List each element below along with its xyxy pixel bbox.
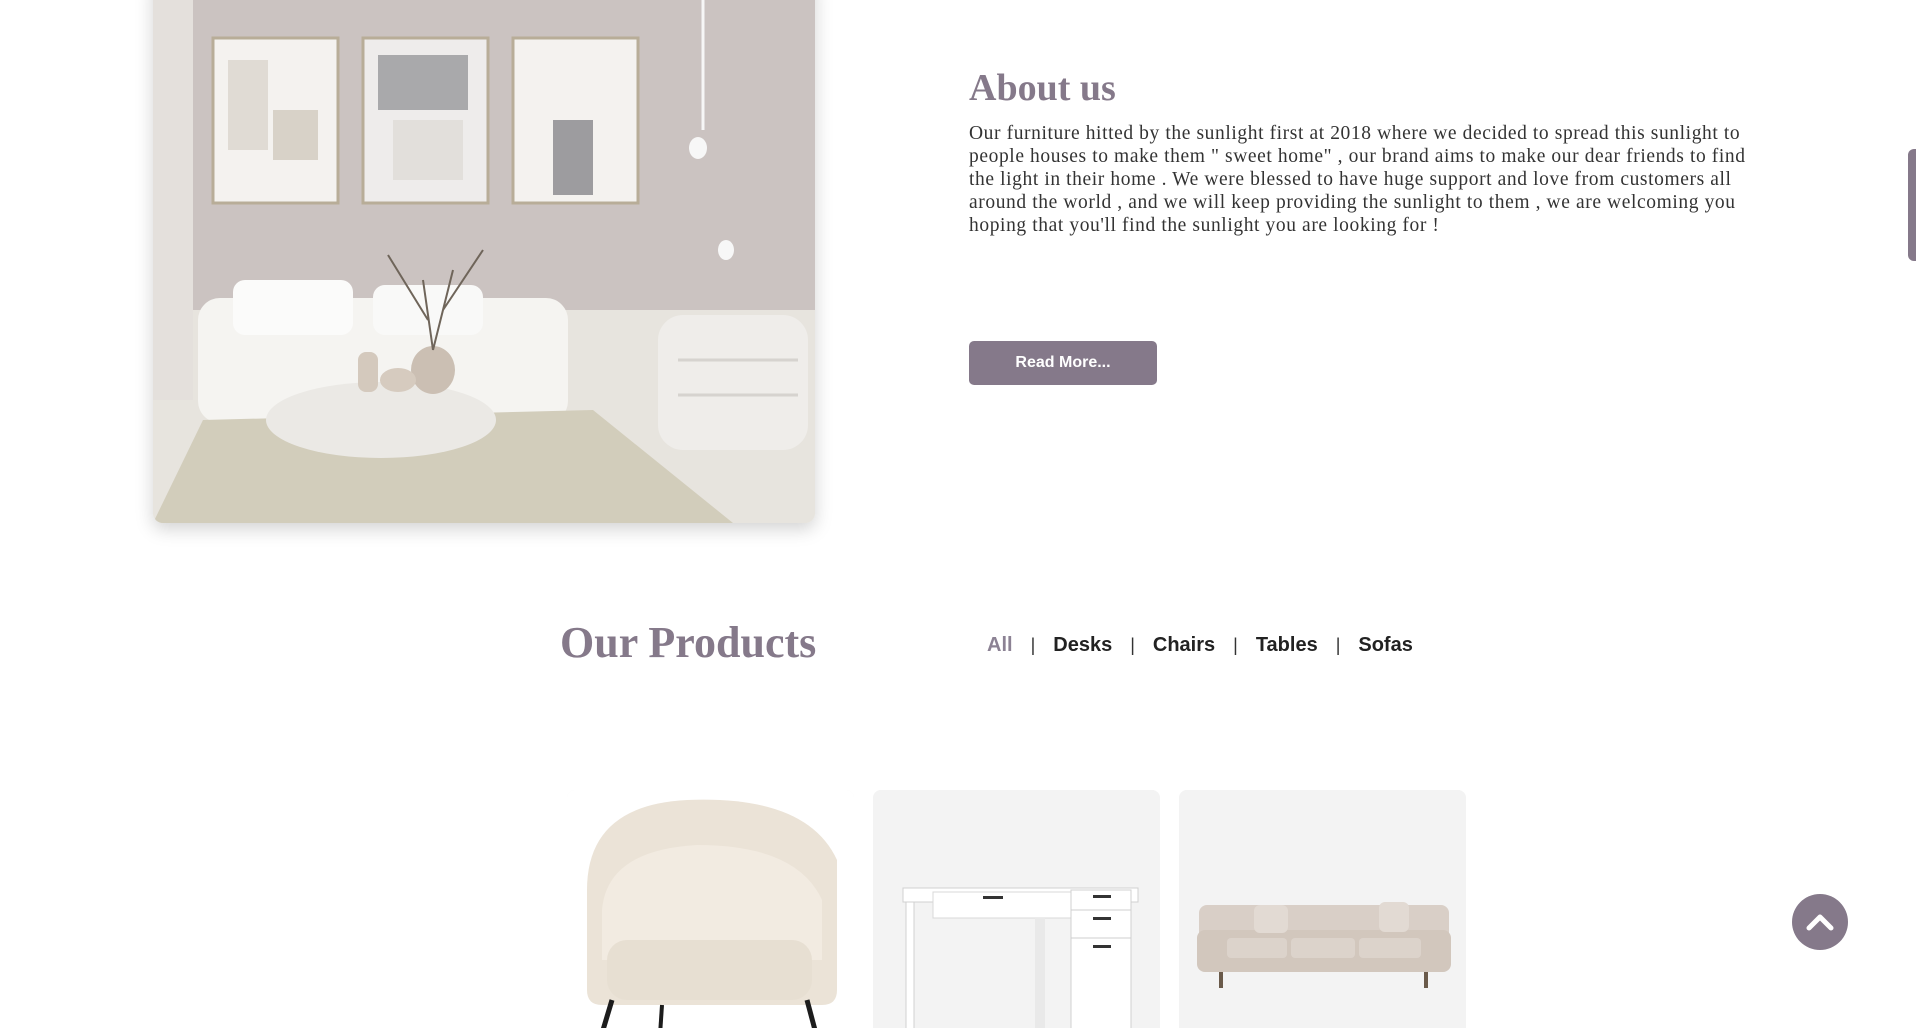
about-description: Our furniture hitted by the sunlight fir… xyxy=(969,123,1746,236)
product-card-sofa[interactable] xyxy=(1179,790,1466,1028)
desk-image xyxy=(873,790,1160,1028)
armchair-image xyxy=(567,790,854,1028)
product-card-desk[interactable] xyxy=(873,790,1160,1028)
filter-all[interactable]: All xyxy=(987,634,1013,657)
filter-separator: | xyxy=(1030,635,1036,655)
filter-chairs[interactable]: Chairs xyxy=(1153,634,1215,657)
filter-separator: | xyxy=(1130,635,1135,655)
read-more-button[interactable]: Read More... xyxy=(969,341,1157,385)
filter-separator: | xyxy=(1233,635,1238,655)
chevron-up-icon xyxy=(1806,914,1834,931)
filter-separator: | xyxy=(1335,635,1341,655)
sofa-image xyxy=(1179,790,1466,1028)
filter-desks[interactable]: Desks xyxy=(1053,634,1112,657)
products-title: Our Products xyxy=(560,618,817,667)
product-filter-nav: All | Desks | Chairs | Tables | Sofas xyxy=(987,634,1413,657)
scroll-to-top-button[interactable] xyxy=(1792,894,1848,950)
about-living-room-image xyxy=(153,0,815,523)
filter-sofas[interactable]: Sofas xyxy=(1358,634,1412,657)
side-scroll-tab[interactable] xyxy=(1908,149,1916,261)
product-card-armchair[interactable] xyxy=(567,790,854,1028)
about-title: About us xyxy=(969,67,1116,109)
filter-tables[interactable]: Tables xyxy=(1256,634,1318,657)
page: About us Our furniture hitted by the sun… xyxy=(0,0,1916,1028)
